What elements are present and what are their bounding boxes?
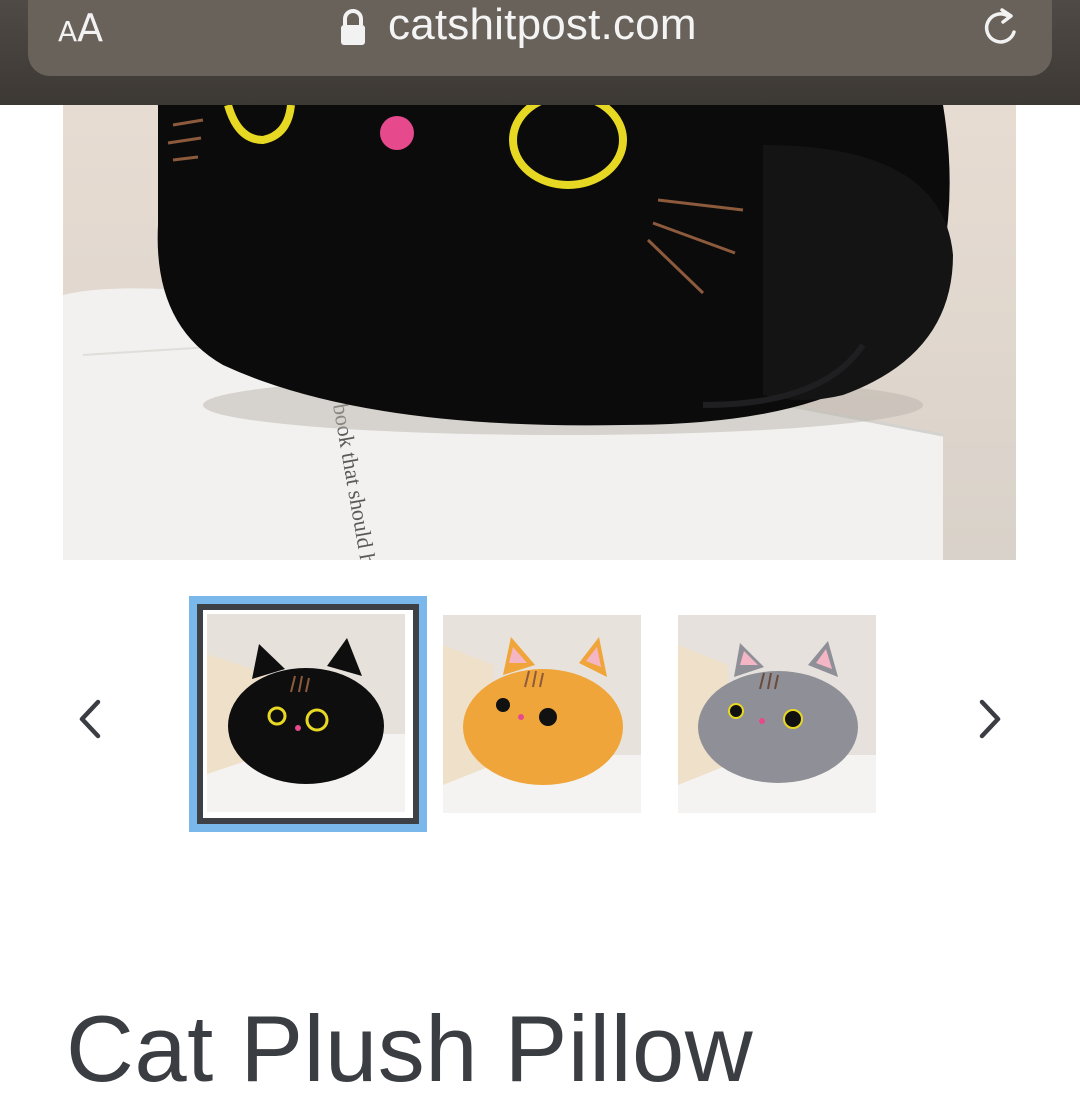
lock-icon: [338, 8, 368, 53]
chevron-left-icon[interactable]: [72, 698, 106, 745]
text-size-button[interactable]: AA: [58, 6, 103, 50]
url-text[interactable]: catshitpost.com: [388, 0, 697, 50]
reload-icon[interactable]: [978, 4, 1026, 57]
browser-toolbar: AA catshitpost.com: [0, 0, 1080, 105]
product-main-image[interactable]: book that should have bee: [63, 105, 1016, 560]
thumbnail-frame: [197, 604, 419, 824]
thumbnail-black-cat[interactable]: [189, 596, 427, 832]
thumbnail-orange-cat[interactable]: [443, 615, 641, 813]
product-title: Cat Plush Pillow: [66, 996, 754, 1101]
chevron-right-icon[interactable]: [974, 698, 1008, 745]
thumbnail-gray-cat[interactable]: [678, 615, 876, 813]
